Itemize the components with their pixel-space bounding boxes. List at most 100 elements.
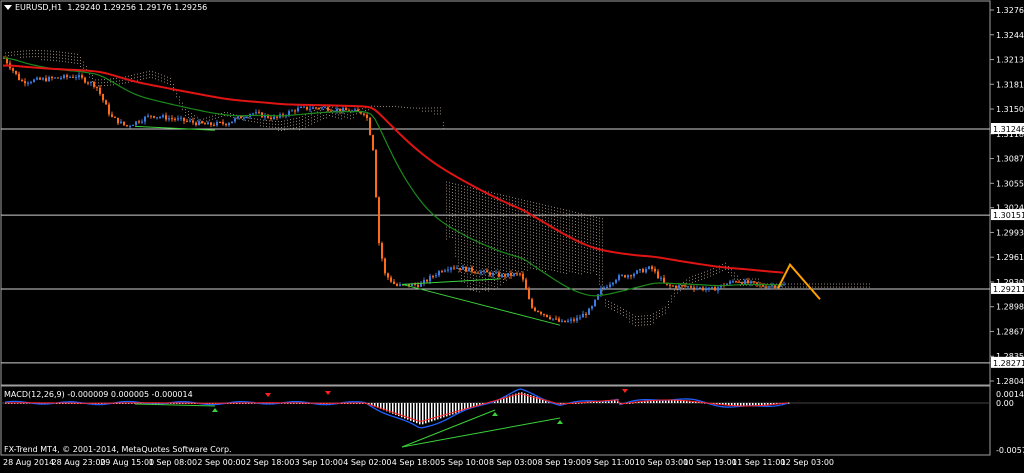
- candle-body: [81, 75, 83, 78]
- candle-body: [489, 272, 491, 276]
- candle-body: [735, 281, 737, 283]
- candle-body: [747, 280, 749, 284]
- candle-body: [639, 269, 641, 271]
- candle-body: [444, 270, 446, 272]
- dropdown-icon[interactable]: [4, 5, 12, 10]
- candle-body: [570, 319, 572, 321]
- candle-body: [321, 107, 323, 109]
- candle-body: [768, 286, 770, 288]
- candle-body: [678, 285, 680, 288]
- candle-body: [366, 114, 368, 118]
- candle-body: [390, 277, 392, 282]
- candle-body: [705, 289, 707, 291]
- candle-body: [306, 106, 308, 110]
- chart-window[interactable]: 1.327601.324451.321301.318151.315001.311…: [0, 0, 1024, 469]
- candle-body: [225, 123, 227, 126]
- candle-body: [126, 125, 128, 127]
- candle-body: [375, 150, 377, 198]
- candle-body: [738, 281, 740, 283]
- candle-body: [102, 94, 104, 101]
- candle-body: [273, 116, 275, 119]
- candle-body: [201, 121, 203, 124]
- candle-body: [309, 108, 311, 110]
- candle-body: [696, 288, 698, 290]
- candle-body: [654, 268, 656, 272]
- candle-body: [492, 272, 494, 276]
- candle-body: [60, 78, 62, 80]
- macd-label: MACD(12,26,9): [4, 390, 65, 399]
- candle-body: [318, 107, 320, 109]
- candle-body: [621, 275, 623, 277]
- time-axis-label: 1 Sep 08:00: [149, 458, 197, 467]
- price-axis-label: 1.29930: [996, 228, 1024, 237]
- candle-body: [531, 299, 533, 308]
- candle-body: [699, 287, 701, 289]
- candle-body: [123, 121, 125, 126]
- time-axis-label: 28 Aug 23:00: [52, 458, 106, 467]
- candle-body: [117, 117, 119, 124]
- candle-body: [132, 124, 134, 126]
- candle-body: [687, 286, 689, 288]
- candle-body: [561, 320, 563, 322]
- candle-body: [636, 270, 638, 274]
- candle-body: [396, 283, 398, 286]
- candle-body: [426, 280, 428, 282]
- candle-body: [660, 277, 662, 279]
- candle-body: [270, 117, 272, 119]
- copyright-text: FX-Trend MT4, © 2001-2014, MetaQuotes So…: [4, 445, 232, 454]
- candle-body: [651, 266, 653, 269]
- candle-body: [387, 273, 389, 278]
- time-axis-label: 4 Sep 02:00: [343, 458, 391, 467]
- candle-body: [615, 279, 617, 283]
- candle-body: [240, 116, 242, 119]
- candle-body: [675, 285, 677, 288]
- candle-body: [96, 86, 98, 88]
- candle-body: [429, 276, 431, 282]
- candle-body: [186, 120, 188, 122]
- candle-body: [627, 275, 629, 278]
- candle-body: [84, 77, 86, 83]
- candle-body: [765, 286, 767, 288]
- candle-body: [63, 75, 65, 79]
- candle-body: [498, 272, 500, 277]
- candle-body: [231, 121, 233, 124]
- candle-body: [384, 258, 386, 274]
- divergence-line: [134, 125, 216, 131]
- candle-body: [603, 287, 605, 289]
- candle-body: [174, 118, 176, 120]
- candle-body: [369, 117, 371, 136]
- candle-body: [585, 313, 587, 315]
- candle-body: [684, 285, 686, 287]
- ma-green-line: [2, 57, 784, 297]
- candle-body: [315, 107, 317, 109]
- candle-body: [105, 100, 107, 105]
- candle-body: [342, 107, 344, 112]
- arrow-up-icon: [557, 420, 563, 424]
- candle-body: [18, 73, 20, 81]
- candle-body: [255, 112, 257, 114]
- candle-body: [108, 104, 110, 115]
- candle-body: [66, 75, 68, 77]
- candle-body: [69, 76, 71, 78]
- candle-body: [582, 313, 584, 318]
- candle-body: [90, 81, 92, 84]
- candle-body: [39, 77, 41, 80]
- candle-body: [228, 123, 230, 126]
- candle-body: [708, 287, 710, 290]
- candle-body: [33, 79, 35, 83]
- candle-body: [159, 117, 161, 119]
- candle-body: [246, 116, 248, 118]
- time-axis-label: 9 Sep 11:00: [586, 458, 634, 467]
- candle-body: [357, 109, 359, 112]
- candle-body: [42, 78, 44, 80]
- candle-body: [339, 108, 341, 112]
- candle-body: [198, 121, 200, 125]
- price-axis-label: 1.31815: [996, 80, 1024, 89]
- candle-body: [252, 113, 254, 115]
- candle-body: [453, 267, 455, 269]
- candle-body: [657, 271, 659, 279]
- candle-body: [630, 275, 632, 277]
- candle-body: [753, 281, 755, 283]
- candle-body: [555, 318, 557, 320]
- candle-body: [624, 275, 626, 278]
